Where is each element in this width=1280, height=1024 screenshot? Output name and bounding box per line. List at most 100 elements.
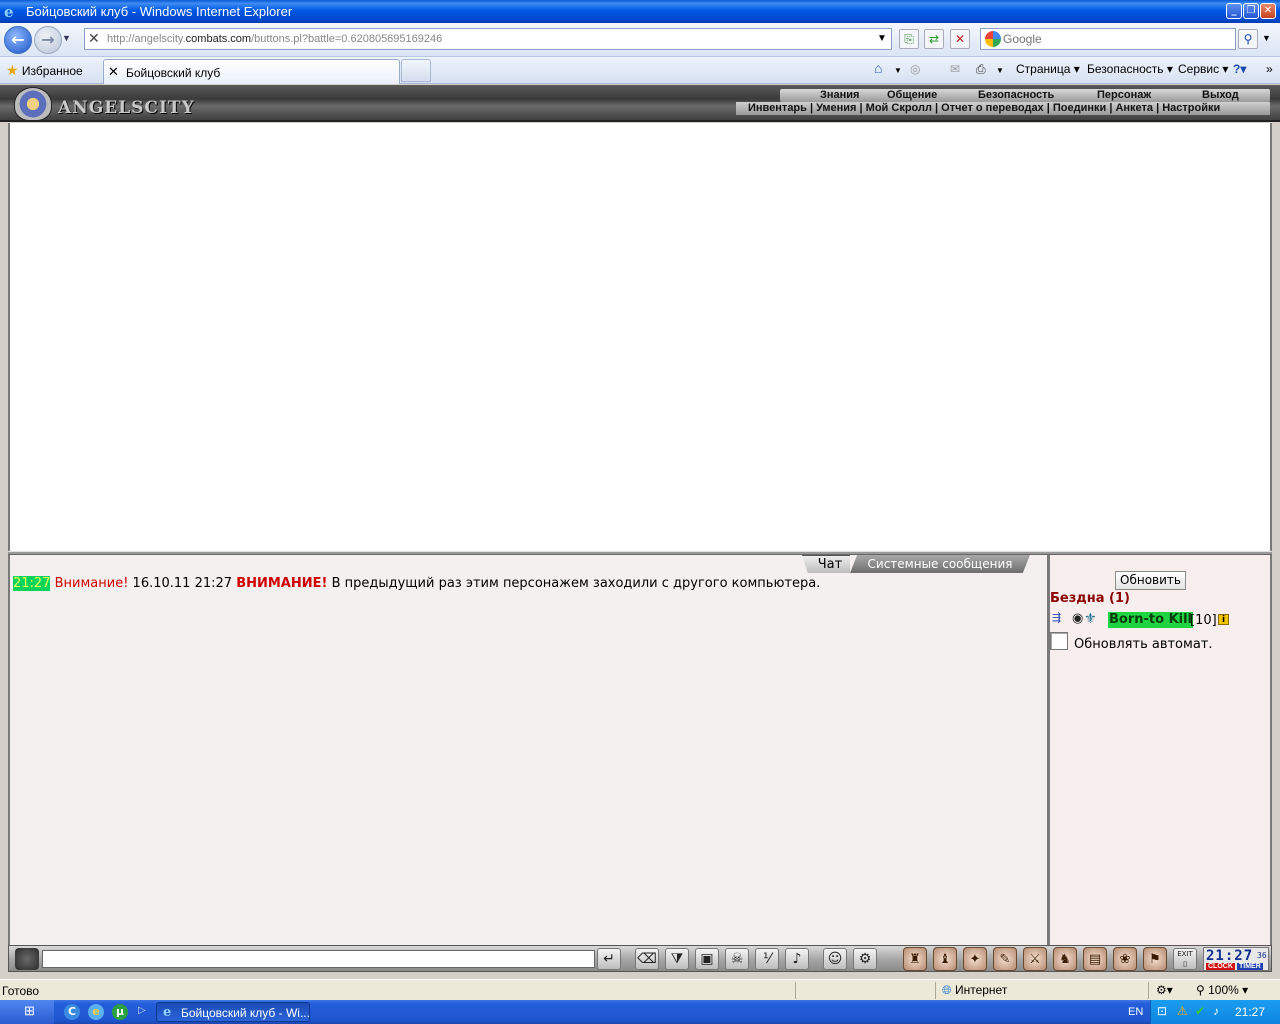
forward-button[interactable]: → [34, 26, 62, 54]
character-submenu: Инвентарь | Умения | Мой Скролл | Отчет … [736, 102, 1270, 115]
close-window-button[interactable]: ✕ [1260, 3, 1276, 19]
address-dropdown-icon[interactable]: ▼ [877, 33, 887, 44]
maximize-button[interactable]: ❐ [1243, 3, 1259, 19]
map-icon[interactable]: ✦ [963, 947, 987, 971]
shield-icon[interactable]: ✔ [1195, 1004, 1205, 1018]
search-icon[interactable]: ⚲ [1238, 29, 1258, 49]
sound-icon[interactable]: ♪ [785, 948, 809, 970]
window-title: Бойцовский клуб - Windows Internet Explo… [26, 4, 293, 19]
search-input[interactable] [1003, 32, 1229, 46]
print-icon[interactable]: ⎙ [976, 62, 986, 77]
game-toolbar: ↵ ⌫ ⧩ ▣ ☠ ⅟ ♪ ☺ ⚙ ♜ ♝ ✦ ✎ ⚔ ♞ ▤ ❀ ⚑ EXIT… [8, 945, 1272, 972]
private-message-icon[interactable]: ⇶ [1052, 611, 1061, 627]
submenu-links[interactable]: Инвентарь | Умения | Мой Скролл | Отчет … [748, 102, 1220, 114]
game-logo: ANGELSCITY [14, 87, 214, 121]
language-indicator[interactable]: EN [1128, 1006, 1143, 1018]
menu-knowledge[interactable]: Знания [820, 89, 859, 101]
site-favicon-icon: ✕ [88, 30, 100, 46]
globe-icon: 🌐︎ [942, 983, 952, 997]
private-filter-icon[interactable]: ⅟ [755, 948, 779, 970]
translit-icon[interactable]: ⚙ [853, 948, 877, 970]
google-icon [985, 31, 1001, 47]
search-box[interactable] [980, 28, 1236, 50]
filter-icon[interactable]: ⧩ [665, 948, 689, 970]
tools-menu[interactable]: Сервис ▾ [1178, 62, 1228, 76]
scroll-icon[interactable]: ✎ [993, 947, 1017, 971]
clock-label[interactable]: CLOCK [1206, 963, 1235, 970]
history-dropdown-icon[interactable]: ▼ [62, 33, 71, 43]
security-alert-icon[interactable]: ⚠ [1177, 1004, 1188, 1018]
inventory-icon[interactable]: ♝ [933, 947, 957, 971]
auto-refresh-checkbox[interactable] [1050, 632, 1068, 650]
clan-badge-icon[interactable]: ◉ [1072, 611, 1083, 627]
abilities-icon[interactable]: ⚔ [1023, 947, 1047, 971]
chat-message: 21:27 Внимание! 16.10.11 21:27 ВНИМАНИЕ!… [13, 576, 820, 591]
align-wings-icon: ⚜ [1084, 611, 1097, 627]
clan-icon[interactable]: ♞ [1053, 947, 1077, 971]
stop-icon[interactable]: ✕ [950, 29, 970, 49]
page-menu[interactable]: Страница ▾ [1016, 62, 1080, 76]
address-toolbar: ← → ▼ ✕ http://angelscity.combats.com/bu… [0, 23, 1280, 57]
favorites-button[interactable]: ★ Избранное [6, 62, 83, 79]
search-options-icon[interactable]: ▼ [1262, 33, 1271, 43]
feeds-icon[interactable]: ◎ [910, 62, 920, 76]
player-name[interactable]: Born-to Kill [1108, 612, 1194, 628]
status-text: Готово [2, 984, 40, 998]
eraser-icon[interactable]: ⌫ [635, 948, 659, 970]
zoom-level[interactable]: ⚲ 100% ▾ [1196, 983, 1248, 997]
more-commands-icon[interactable]: » [1266, 62, 1273, 76]
speaker-icon[interactable] [15, 948, 39, 970]
fight-icon[interactable]: ☠ [725, 948, 749, 970]
menu-communication[interactable]: Общение [887, 89, 937, 101]
compat-view-icon[interactable]: ⎘ [899, 29, 919, 49]
address-bar[interactable]: ✕ http://angelscity.combats.com/buttons.… [84, 28, 892, 50]
help-icon[interactable]: ?▾ [1233, 62, 1246, 76]
expand-arrow-icon[interactable]: ▷ [138, 1005, 146, 1016]
security-menu[interactable]: Безопасность ▾ [1087, 62, 1173, 76]
menu-character[interactable]: Персонаж [1097, 89, 1151, 101]
menu-exit[interactable]: Выход [1202, 89, 1239, 101]
back-button[interactable]: ← [4, 26, 32, 54]
volume-icon[interactable]: ♪ [1213, 1004, 1219, 1018]
tray-clock[interactable]: 21:27 [1235, 1005, 1265, 1019]
message-date: 16.10.11 21:27 [128, 576, 237, 591]
tab-chat[interactable]: Чат [802, 555, 850, 573]
chat-input[interactable] [42, 950, 595, 968]
tab-system-messages[interactable]: Системные сообщения [850, 555, 1030, 573]
start-button[interactable]: ⊞ [0, 1000, 54, 1024]
refresh-button[interactable]: Обновить [1115, 571, 1186, 590]
menu-security[interactable]: Безопасность [978, 89, 1054, 101]
chat-panel: 21:27 Внимание! 16.10.11 21:27 ВНИМАНИЕ!… [8, 555, 1047, 945]
bag-icon[interactable]: ♜ [903, 947, 927, 971]
refresh-icon[interactable]: ⇄ [924, 29, 944, 49]
quicklaunch-browser-icon[interactable]: C [64, 1004, 80, 1020]
security-zone[interactable]: 🌐︎ Интернет [942, 983, 1007, 998]
quicklaunch-torrent-icon[interactable]: μ [112, 1004, 128, 1020]
home-dropdown-icon[interactable]: ▼ [894, 66, 902, 75]
save-log-icon[interactable]: ▣ [695, 948, 719, 970]
smiley-icon[interactable]: ☺ [823, 948, 847, 970]
mail-icon[interactable]: ✉ [950, 62, 960, 76]
print-dropdown-icon[interactable]: ▼ [996, 66, 1004, 75]
send-icon[interactable]: ↵ [597, 948, 621, 970]
online-panel: Обновить Бездна (1) ⇶ ◉ ⚜ Born-to Kill [… [1050, 555, 1272, 945]
taskbar-item-ie[interactable]: e Бойцовский клуб - Wi... [156, 1002, 310, 1022]
window-title-bar[interactable]: e Бойцовский клуб - Windows Internet Exp… [0, 0, 1280, 23]
browser-tab[interactable]: ✕ Бойцовский клуб [103, 59, 400, 84]
home-icon[interactable]: ⌂ [874, 60, 882, 76]
message-warning-label: Внимание! [54, 576, 129, 591]
protected-mode-icon[interactable]: ⚙▾ [1156, 983, 1173, 997]
network-icon[interactable]: ⊡ [1157, 1004, 1167, 1018]
system-tray: ⊡ ⚠ ✔ ♪ 21:27 [1150, 1000, 1280, 1024]
lock-icon[interactable]: ▤ [1083, 947, 1107, 971]
exit-button[interactable]: EXIT ▯ [1173, 948, 1197, 970]
flag-icon[interactable]: ⚑ [1143, 947, 1167, 971]
new-tab-button[interactable] [401, 59, 431, 82]
timer-label[interactable]: TIMER [1237, 963, 1263, 970]
minimize-button[interactable]: _ [1226, 3, 1242, 19]
info-icon[interactable]: i [1218, 614, 1229, 625]
friends-icon[interactable]: ❀ [1113, 947, 1137, 971]
exit-label: EXIT [1177, 950, 1193, 958]
message-time[interactable]: 21:27 [13, 576, 51, 591]
quicklaunch-ie-icon[interactable]: e [88, 1004, 104, 1020]
